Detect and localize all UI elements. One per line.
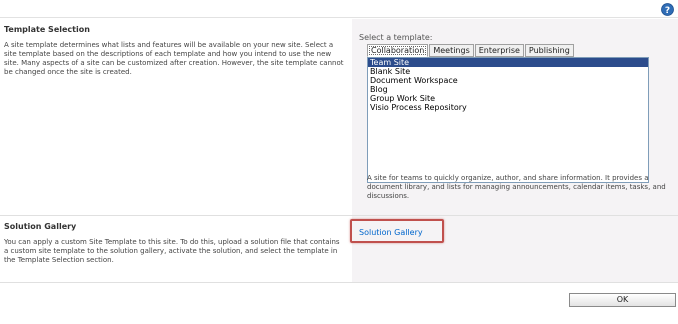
list-item[interactable]: Visio Process Repository: [368, 103, 648, 112]
solution-gallery-info: Solution Gallery You can apply a custom …: [0, 216, 352, 282]
tab-enterprise[interactable]: Enterprise: [474, 44, 524, 57]
solution-gallery-panel: Solution Gallery: [350, 216, 678, 282]
template-selection-info: Template Selection A site template deter…: [0, 19, 352, 215]
section-title: Template Selection: [4, 25, 90, 34]
template-selection-panel: Select a template: Collaboration Meetings…: [352, 19, 678, 215]
section-title: Solution Gallery: [4, 222, 77, 231]
section-description: A site template determines what lists an…: [4, 41, 344, 76]
help-question-icon[interactable]: ?: [661, 3, 674, 16]
tab-collaboration[interactable]: Collaboration: [367, 44, 429, 57]
top-bar: ?: [0, 0, 678, 18]
template-selection-section: Template Selection A site template deter…: [0, 19, 678, 216]
list-item[interactable]: Document Workspace: [368, 76, 648, 85]
solution-gallery-link[interactable]: Solution Gallery: [359, 228, 423, 237]
template-description: A site for teams to quickly organize, au…: [367, 174, 666, 200]
template-listbox[interactable]: Team Site Blank Site Document Workspace …: [367, 57, 649, 183]
list-item[interactable]: Blank Site: [368, 67, 648, 76]
ok-button[interactable]: OK: [569, 293, 676, 307]
solution-gallery-section: Solution Gallery You can apply a custom …: [0, 216, 678, 283]
template-category-tabs: Collaboration Meetings Enterprise Publishin…: [367, 44, 575, 58]
svg-text:?: ?: [665, 6, 670, 16]
select-template-label: Select a template:: [359, 33, 433, 42]
list-item[interactable]: Group Work Site: [368, 94, 648, 103]
section-description: You can apply a custom Site Template to …: [4, 238, 340, 264]
tab-meetings[interactable]: Meetings: [429, 44, 474, 57]
list-item[interactable]: Team Site: [368, 58, 648, 67]
list-item[interactable]: Blog: [368, 85, 648, 94]
tab-publishing[interactable]: Publishing: [524, 44, 574, 57]
